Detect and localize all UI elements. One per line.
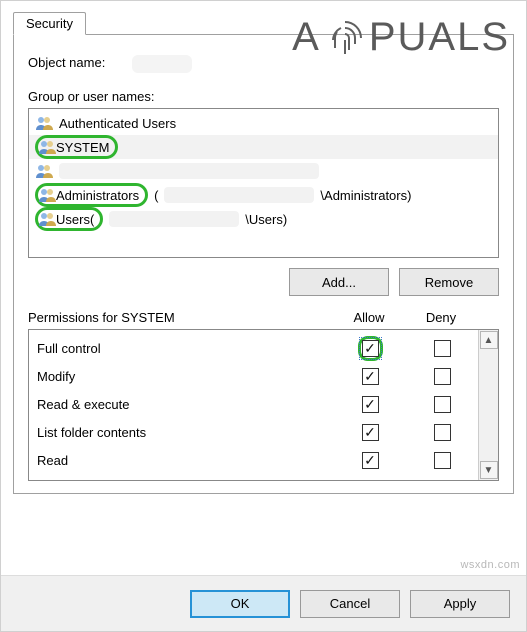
users-group-icon (38, 187, 56, 203)
users-group-icon (38, 211, 56, 227)
list-item-label-redacted (59, 163, 319, 179)
permission-name: Read (37, 453, 334, 468)
tab-content: Object name: Group or user names: Authen… (13, 35, 514, 494)
scroll-up-icon[interactable]: ▲ (480, 331, 498, 349)
deny-checkbox[interactable] (434, 340, 451, 357)
list-item-label: Authenticated Users (59, 116, 176, 131)
footer-watermark: wsxdn.com (460, 559, 520, 571)
properties-dialog: A PUALS Security Object name: Group or u… (0, 0, 527, 632)
allow-checkbox[interactable] (362, 368, 379, 385)
allow-checkbox[interactable] (362, 340, 379, 357)
add-button[interactable]: Add... (289, 268, 389, 296)
deny-checkbox[interactable] (434, 396, 451, 413)
permissions-scrollbar[interactable]: ▲ ▼ (478, 330, 498, 480)
permissions-box: Full control Modify Read & exe (28, 329, 499, 481)
list-item-label: Administrators (56, 188, 139, 203)
list-item-paren-open: ( (90, 212, 94, 227)
allow-checkbox[interactable] (362, 452, 379, 469)
permission-name: Full control (37, 341, 334, 356)
list-item-label: SYSTEM (56, 140, 109, 155)
scroll-down-icon[interactable]: ▼ (480, 461, 498, 479)
remove-button[interactable]: Remove (399, 268, 499, 296)
highlight-ring (358, 336, 383, 361)
permission-row: List folder contents (37, 418, 478, 446)
highlight-ring: SYSTEM (35, 135, 118, 159)
permissions-for-label: Permissions for SYSTEM (28, 310, 333, 325)
tabstrip: Security (13, 9, 514, 35)
highlight-ring: Users ( (35, 207, 103, 231)
permission-row: Modify (37, 362, 478, 390)
deny-column-label: Deny (405, 310, 477, 325)
permission-name: Modify (37, 369, 334, 384)
list-item-suffix: \Users) (245, 212, 287, 227)
users-group-icon (35, 115, 53, 131)
permission-row: Full control (37, 334, 478, 362)
group-user-list[interactable]: Authenticated Users SYSTEM (28, 108, 499, 258)
cancel-button[interactable]: Cancel (300, 590, 400, 618)
list-item-suffix: \Administrators) (320, 188, 411, 203)
list-item-label: Users (56, 212, 90, 227)
highlight-ring: Administrators (35, 183, 148, 207)
list-item[interactable]: Administrators ( \Administrators) (29, 183, 498, 207)
object-name-value (132, 55, 192, 73)
permissions-rows: Full control Modify Read & exe (29, 330, 478, 480)
allow-checkbox[interactable] (362, 396, 379, 413)
list-item[interactable]: Authenticated Users (29, 111, 498, 135)
apply-button[interactable]: Apply (410, 590, 510, 618)
permissions-header: Permissions for SYSTEM Allow Deny (28, 310, 499, 325)
permission-name: List folder contents (37, 425, 334, 440)
object-name-row: Object name: (28, 55, 499, 73)
list-item[interactable]: Users ( \Users) (29, 207, 498, 231)
group-list-label: Group or user names: (28, 89, 499, 104)
tab-security[interactable]: Security (13, 12, 86, 35)
users-group-icon (35, 163, 53, 179)
deny-checkbox[interactable] (434, 424, 451, 441)
permission-name: Read & execute (37, 397, 334, 412)
permission-row: Read (37, 446, 478, 474)
dialog-button-bar: OK Cancel Apply (1, 575, 526, 631)
list-item-machine-redacted (164, 187, 314, 203)
allow-checkbox[interactable] (362, 424, 379, 441)
deny-checkbox[interactable] (434, 452, 451, 469)
allow-column-label: Allow (333, 310, 405, 325)
permission-row: Read & execute (37, 390, 478, 418)
list-item[interactable] (29, 159, 498, 183)
list-item-paren-open: ( (154, 188, 158, 203)
ok-button[interactable]: OK (190, 590, 290, 618)
group-buttons-row: Add... Remove (28, 268, 499, 296)
list-item[interactable]: SYSTEM (29, 135, 498, 159)
deny-checkbox[interactable] (434, 368, 451, 385)
object-name-label: Object name: (28, 55, 128, 70)
list-item-machine-redacted (109, 211, 239, 227)
users-group-icon (38, 139, 56, 155)
